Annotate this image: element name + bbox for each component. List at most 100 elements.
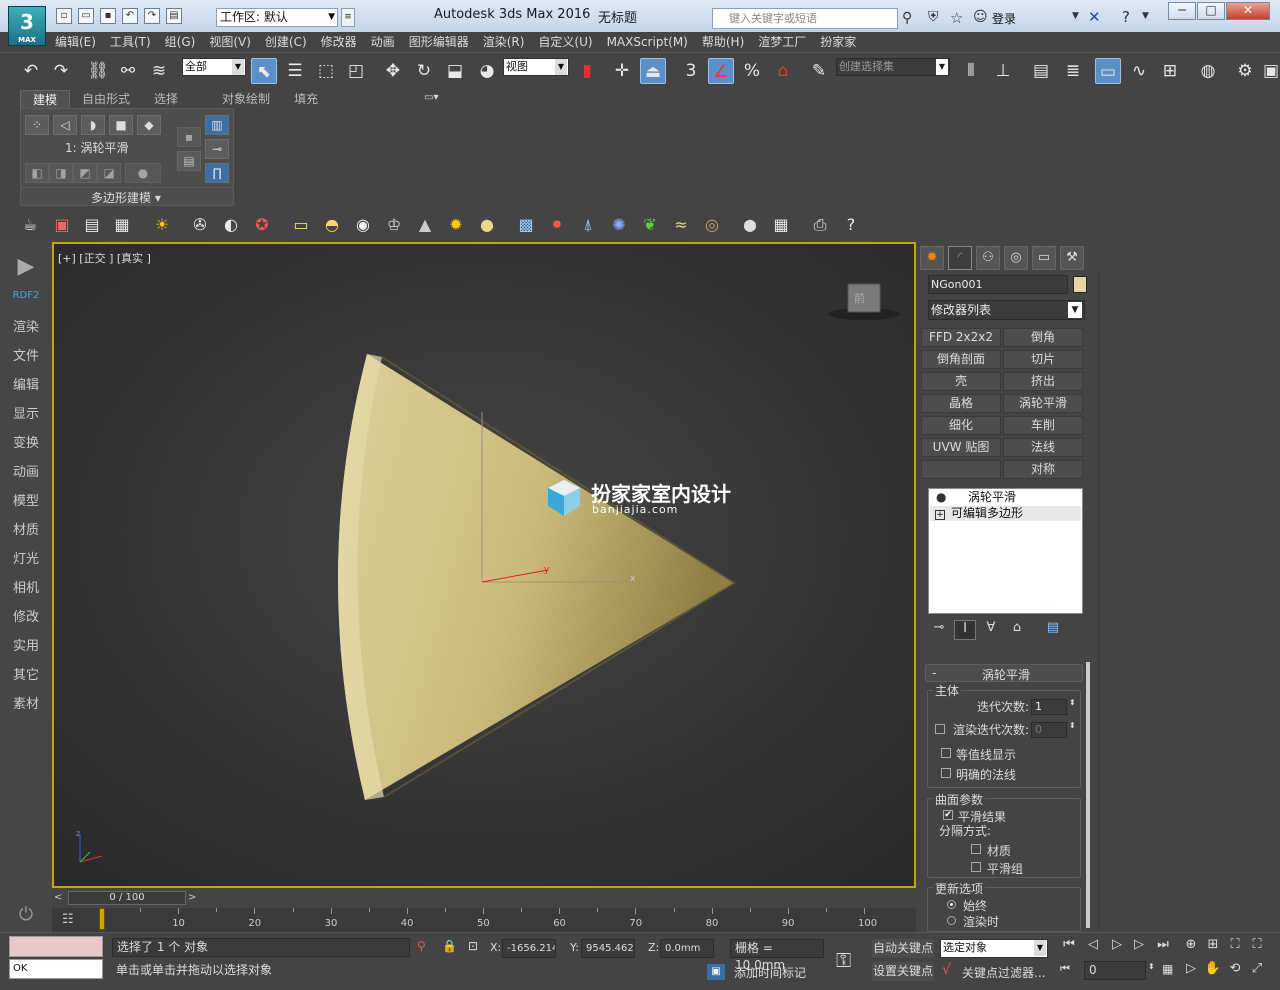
bind-spacewarp-icon[interactable]: ≋ xyxy=(146,58,172,84)
next-modifier-icon[interactable]: ◩ xyxy=(73,163,97,183)
login-chevron-icon[interactable]: ▼ xyxy=(1072,11,1079,21)
edge-icon[interactable]: ◁ xyxy=(53,115,77,135)
field-of-view-icon[interactable]: ▷ xyxy=(1182,960,1200,978)
minimize-button[interactable]: ─ xyxy=(1168,2,1196,20)
hierarchy-tab-icon[interactable]: ⚇ xyxy=(976,246,1000,270)
render-iters-input[interactable]: 0 xyxy=(1031,722,1067,738)
video-post-icon[interactable]: ✪ xyxy=(250,213,274,237)
show-cage-icon[interactable]: ∏ xyxy=(205,163,229,183)
viewport-label[interactable]: [+] [正交 ] [真实 ] xyxy=(58,250,151,266)
selection-lock-icon[interactable]: 🔒 xyxy=(442,939,457,953)
previous-modifier-icon[interactable]: ◨ xyxy=(49,163,73,183)
orbit-icon[interactable]: ⟲ xyxy=(1226,960,1244,978)
exchange-app-icon[interactable]: ✕ xyxy=(1088,8,1101,26)
pivot-center-icon[interactable]: ▮ xyxy=(574,58,600,84)
rollout-scrollbar[interactable] xyxy=(1086,662,1090,928)
selection-filter-dropdown[interactable]: 全部 ▼ xyxy=(182,58,246,76)
time-slider[interactable]: 0 / 100 xyxy=(68,891,186,905)
favorites-star-icon[interactable]: ☆ xyxy=(950,9,963,27)
workspace-dropdown[interactable]: 工作区: 默认 ▼ xyxy=(216,8,338,27)
left-bar-item[interactable]: 显示 xyxy=(0,403,52,422)
render-table-icon[interactable]: ▦ xyxy=(110,213,134,237)
mirror-icon[interactable]: ⫴ xyxy=(958,58,984,84)
render-iters-spinner-icon[interactable]: ⬍ xyxy=(1069,721,1076,730)
render-frame-icon[interactable]: ▣ xyxy=(1258,58,1280,84)
align-icon[interactable]: ⊥ xyxy=(990,58,1016,84)
maximize-button[interactable]: □ xyxy=(1197,2,1225,20)
maxscript-output[interactable]: OK xyxy=(9,959,103,979)
go-to-start-icon[interactable]: ⏮ xyxy=(1060,936,1078,954)
left-bar-item[interactable]: 模型 xyxy=(0,490,52,509)
time-cursor[interactable] xyxy=(99,908,105,930)
menu-item[interactable]: 修改器 xyxy=(314,32,364,52)
subscription-icon[interactable]: ⛨ xyxy=(928,9,939,25)
current-frame-input[interactable]: 0 xyxy=(1084,961,1146,980)
frame-spinner-icon[interactable]: ⬍ xyxy=(1148,962,1155,971)
reference-coordinate-dropdown[interactable]: 视图 ▼ xyxy=(503,58,569,76)
spinner-snap-icon[interactable]: ⌂ xyxy=(770,58,796,84)
border-icon[interactable]: ◗ xyxy=(81,115,105,135)
modifier-button[interactable]: 涡轮平滑 xyxy=(1003,394,1083,413)
keyboard-shortcut-override-icon[interactable]: ⏏ xyxy=(640,58,666,84)
play-icon[interactable]: ▷ xyxy=(1108,936,1126,954)
left-bar-item[interactable]: 材质 xyxy=(0,519,52,538)
ribbon-tab[interactable]: 自由形式 xyxy=(70,90,142,108)
fur-ball-icon[interactable]: ◎ xyxy=(700,213,724,237)
modifier-button[interactable]: UVW 贴图 xyxy=(921,438,1001,457)
maxscript-listener[interactable] xyxy=(9,936,103,957)
pin-icon[interactable]: ⊸ xyxy=(205,139,229,159)
ribbon-tab[interactable]: 选择 xyxy=(142,90,190,108)
render-iters-checkbox[interactable] xyxy=(935,724,945,734)
modifier-button[interactable]: 倒角剖面 xyxy=(921,350,1001,369)
left-bar-item[interactable]: 素材 xyxy=(0,693,52,712)
render-list-icon[interactable]: ▤ xyxy=(80,213,104,237)
vertex-icon[interactable]: ⁘ xyxy=(25,115,49,135)
light-lister-icon[interactable]: ☀ xyxy=(150,213,174,237)
material-library-icon[interactable]: ▦ xyxy=(769,213,793,237)
snaps-toggle-icon[interactable]: 3 xyxy=(678,58,704,84)
help-icon[interactable]: ? xyxy=(1122,8,1130,26)
materials-checkbox[interactable] xyxy=(971,844,981,854)
export-icon[interactable]: ⎙ xyxy=(808,213,832,237)
show-end-result-icon[interactable]: I xyxy=(954,620,976,640)
sphere-light-icon[interactable]: ◉ xyxy=(351,213,375,237)
unlink-icon[interactable]: ⚯ xyxy=(115,58,141,84)
time-tag-icon[interactable]: ▣ xyxy=(707,964,725,980)
window-crossing-icon[interactable]: ◰ xyxy=(343,58,369,84)
search-input[interactable]: 键入关键字或短语 xyxy=(712,8,898,29)
modifier-button[interactable]: 车削 xyxy=(1003,416,1083,435)
left-bar-item[interactable]: 修改 xyxy=(0,606,52,625)
cone-light-icon[interactable]: ▲ xyxy=(413,213,437,237)
scene-explorer-icon[interactable]: ▤ xyxy=(1028,58,1054,84)
redo-icon[interactable]: ↷ xyxy=(144,8,160,24)
ambient-light-icon[interactable]: ● xyxy=(475,213,499,237)
schematic-view-icon[interactable]: ⊞ xyxy=(1157,58,1183,84)
redo-icon[interactable]: ↷ xyxy=(48,58,74,84)
left-bar-item[interactable]: 动画 xyxy=(0,461,52,480)
create-tab-icon[interactable]: ✹ xyxy=(920,246,944,270)
scale-icon[interactable]: ⬓ xyxy=(442,58,468,84)
material-ball-icon[interactable]: ● xyxy=(738,213,762,237)
ies-light-icon[interactable]: ♔ xyxy=(382,213,406,237)
menu-item[interactable]: MAXScript(M) xyxy=(600,32,695,52)
key-filter-dropdown[interactable]: 选定对象 ▼ xyxy=(940,939,1048,958)
binoculars-icon[interactable]: ⚲ xyxy=(902,10,912,26)
percent-snap-icon[interactable]: % xyxy=(739,58,765,84)
use-soft-selection-icon[interactable]: ● xyxy=(125,163,161,183)
modify-mode-icon[interactable]: ▥ xyxy=(205,115,229,135)
mini-curve-editor-icon[interactable]: ☷ xyxy=(62,912,74,927)
track-bar[interactable]: 0102030405060708090100 xyxy=(52,908,916,932)
add-time-tag[interactable]: 添加时间标记 xyxy=(734,964,806,981)
modifier-button[interactable]: 晶格 xyxy=(921,394,1001,413)
make-unique-icon[interactable]: ∀ xyxy=(980,620,1002,640)
y-coordinate-input[interactable]: 9545.462m xyxy=(581,939,635,958)
modify-tab-icon[interactable]: ◜ xyxy=(948,246,972,270)
panel-label[interactable]: 多边形建模 ▾ xyxy=(91,189,161,206)
plane-light-icon[interactable]: ▭ xyxy=(289,213,313,237)
modifier-button[interactable]: 挤出 xyxy=(1003,372,1083,391)
previous-frame-icon[interactable]: ◁ xyxy=(1084,936,1102,954)
select-object-icon[interactable]: ⬉ xyxy=(251,58,277,84)
render-setup-icon[interactable]: ⚙ xyxy=(1232,58,1258,84)
link-icon[interactable]: ⛓ xyxy=(85,58,111,84)
ribbon-tab[interactable]: 对象绘制 xyxy=(210,90,282,108)
